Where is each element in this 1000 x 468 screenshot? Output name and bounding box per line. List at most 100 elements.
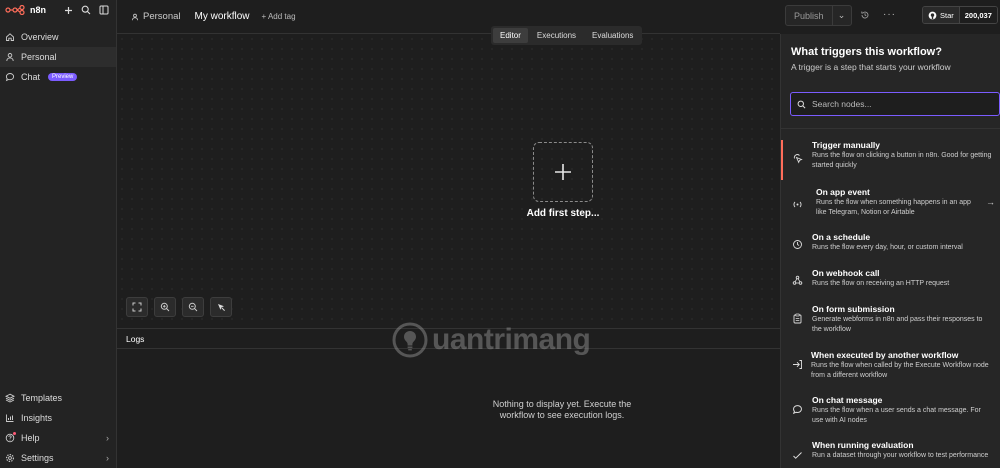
- trigger-item-app-event[interactable]: On app event Runs the flow when somethin…: [781, 187, 1000, 223]
- trigger-item-desc: Runs the flow on receiving an HTTP reque…: [812, 280, 950, 287]
- divider: [781, 128, 1000, 129]
- zoom-out-button[interactable]: [182, 297, 204, 317]
- clock-icon: [791, 238, 803, 250]
- home-icon: [5, 32, 15, 42]
- breadcrumb-project: Personal: [143, 11, 181, 22]
- sidebar-item-chat[interactable]: Chat Preview: [0, 67, 116, 87]
- search-nodes-input[interactable]: [812, 99, 982, 109]
- user-icon: [5, 52, 15, 62]
- sidebar-bottom: Templates Insights Help › Settings ›: [0, 388, 117, 468]
- workflow-name[interactable]: My workflow: [195, 11, 250, 22]
- trigger-item-desc: Run a dataset through your workflow to t…: [812, 452, 989, 459]
- chat-icon: [791, 403, 803, 415]
- trigger-panel-title: What triggers this workflow?: [791, 46, 942, 58]
- chevron-down-icon[interactable]: ⌄: [833, 6, 851, 25]
- breadcrumb[interactable]: Personal: [131, 11, 181, 22]
- github-star-widget[interactable]: Star 200,037: [922, 6, 998, 24]
- tab-editor[interactable]: Editor: [493, 28, 528, 43]
- zoom-out-icon: [188, 302, 198, 312]
- search-icon: [797, 100, 806, 108]
- trigger-item-executed-by-workflow[interactable]: When executed by another workflow Runs t…: [781, 350, 1000, 386]
- chevron-right-icon: ›: [106, 453, 109, 463]
- logo-text: n8n: [30, 5, 47, 15]
- sidebar-item-help[interactable]: Help ›: [0, 428, 117, 448]
- sidebar-item-label: Personal: [21, 52, 57, 62]
- trigger-item-title: On form submission: [812, 304, 895, 314]
- webhook-icon: [791, 274, 803, 286]
- sidebar-item-label: Settings: [21, 453, 54, 463]
- github-star-count: 200,037: [959, 7, 997, 23]
- trigger-item-desc: Generate webforms in n8n and pass their …: [812, 316, 983, 333]
- chat-icon: [5, 72, 15, 82]
- cursor-click-icon: [791, 152, 803, 164]
- chevron-right-icon: ›: [106, 433, 109, 443]
- zoom-in-button[interactable]: [154, 297, 176, 317]
- trigger-panel-subtitle: A trigger is a step that starts your wor…: [791, 62, 951, 72]
- workflow-canvas[interactable]: Editor Executions Evaluations Add first …: [117, 26, 780, 328]
- trigger-item-title: When executed by another workflow: [811, 350, 959, 360]
- trigger-item-evaluation[interactable]: When running evaluation Run a dataset th…: [781, 440, 1000, 468]
- sidebar-item-insights[interactable]: Insights: [0, 408, 117, 428]
- sidebar-item-label: Chat: [21, 72, 41, 82]
- more-options-icon[interactable]: ···: [883, 9, 896, 20]
- logs-empty-line: workflow to see execution logs.: [499, 410, 625, 420]
- trigger-item-manual[interactable]: Trigger manually Runs the flow on clicki…: [781, 140, 1000, 180]
- n8n-logo[interactable]: n8n: [5, 5, 57, 15]
- trigger-item-webhook[interactable]: On webhook call Runs the flow on receivi…: [781, 268, 1000, 296]
- logs-empty-message: Nothing to display yet. Execute the work…: [487, 399, 637, 421]
- lightbulb-logo-icon: [392, 322, 428, 358]
- user-icon: [132, 13, 138, 20]
- github-icon: [928, 11, 937, 19]
- tidy-up-button[interactable]: [210, 297, 232, 317]
- trigger-item-title: On webhook call: [812, 268, 880, 278]
- trigger-item-desc: Runs the flow when a user sends a chat m…: [812, 407, 981, 424]
- trigger-panel: What triggers this workflow? A trigger i…: [780, 34, 1000, 468]
- trigger-item-title: On a schedule: [812, 232, 871, 242]
- github-star-button[interactable]: Star: [923, 7, 960, 23]
- sidebar-item-label: Help: [21, 433, 40, 443]
- radio-waves-icon: [791, 198, 803, 210]
- publish-group: Publish ⌄: [785, 5, 852, 26]
- sidebar-item-personal[interactable]: Personal: [0, 47, 116, 67]
- tab-executions[interactable]: Executions: [530, 28, 583, 43]
- github-star-label: Star: [940, 10, 954, 20]
- canvas-controls: [126, 297, 232, 317]
- trigger-item-title: On app event: [816, 187, 870, 197]
- check-icon: [791, 449, 803, 461]
- sidebar-item-overview[interactable]: Overview: [0, 27, 116, 47]
- n8n-logo-icon: [5, 5, 25, 15]
- history-icon[interactable]: [860, 10, 870, 23]
- search-icon[interactable]: [79, 3, 93, 17]
- tab-evaluations[interactable]: Evaluations: [585, 28, 640, 43]
- publish-button[interactable]: Publish: [786, 6, 833, 25]
- trigger-item-form[interactable]: On form submission Generate webforms in …: [781, 304, 1000, 340]
- gear-icon: [5, 453, 15, 463]
- plus-icon[interactable]: [61, 3, 75, 17]
- add-tag-button[interactable]: + Add tag: [262, 12, 296, 21]
- sidebar-header: n8n: [0, 0, 116, 20]
- cursor-sparkle-icon: [218, 304, 225, 311]
- trigger-item-desc: Runs the flow on clicking a button in n8…: [812, 152, 992, 169]
- watermark-text: uantrimang: [432, 323, 591, 356]
- trigger-item-schedule[interactable]: On a schedule Runs the flow every day, h…: [781, 232, 1000, 260]
- logs-empty-line: Nothing to display yet. Execute the: [492, 399, 632, 409]
- trigger-item-title: Trigger manually: [812, 140, 881, 150]
- add-first-step-button[interactable]: [533, 142, 593, 202]
- trigger-item-desc: Runs the flow when called by the Execute…: [811, 362, 989, 379]
- trigger-item-chat-message[interactable]: On chat message Runs the flow when a use…: [781, 395, 1000, 431]
- sidebar: n8n Overview Personal Chat Preview Templ…: [0, 0, 117, 468]
- sign-in-icon: [791, 358, 803, 370]
- templates-icon: [5, 393, 15, 403]
- sidebar-item-templates[interactable]: Templates: [0, 388, 117, 408]
- add-first-step-label: Add first step...: [526, 208, 600, 219]
- sidebar-item-label: Insights: [21, 413, 53, 423]
- collapse-sidebar-icon[interactable]: [97, 3, 111, 17]
- arrow-right-icon: →: [986, 197, 995, 207]
- trigger-item-title: On chat message: [812, 395, 883, 405]
- notification-dot: [13, 432, 16, 435]
- selected-accent: [781, 140, 783, 180]
- sidebar-item-label: Overview: [21, 32, 59, 42]
- sidebar-item-settings[interactable]: Settings ›: [0, 448, 117, 468]
- search-nodes-box: [790, 92, 1000, 116]
- fit-view-button[interactable]: [126, 297, 148, 317]
